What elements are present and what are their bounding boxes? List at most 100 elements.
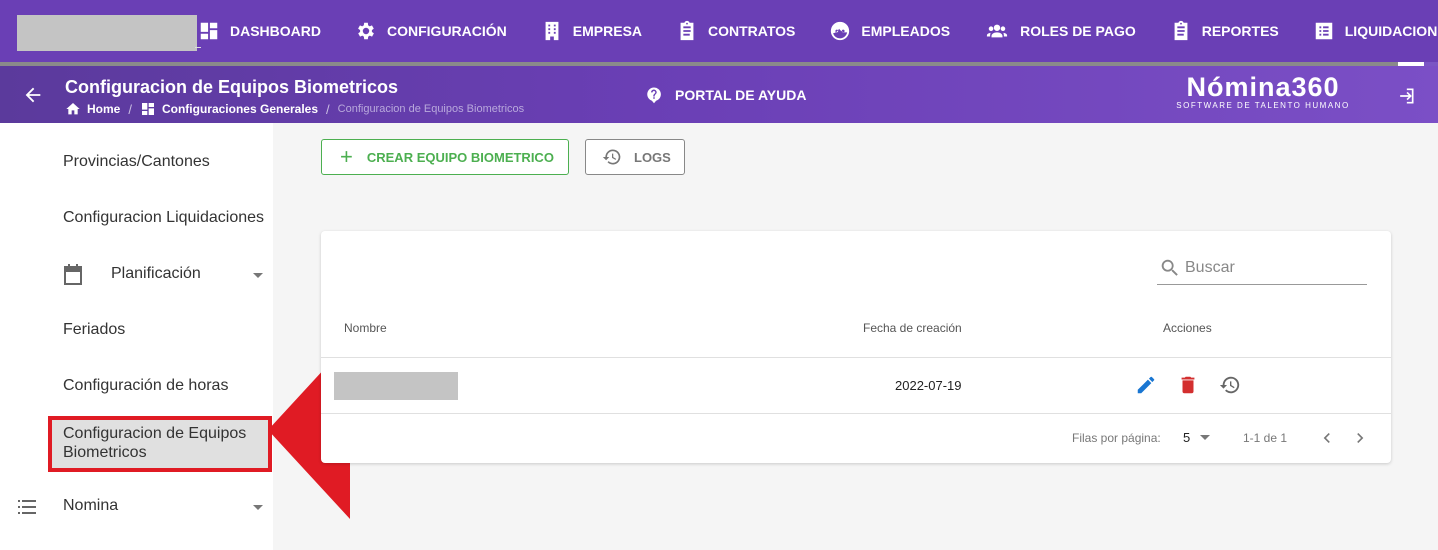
- logout-icon: [1400, 88, 1414, 104]
- logout-button[interactable]: [1396, 86, 1416, 106]
- breadcrumb-home[interactable]: Home: [65, 101, 120, 117]
- help-portal-label: PORTAL DE AYUDA: [675, 87, 807, 103]
- building-icon: [545, 21, 559, 41]
- nav-item-label: CONFIGURACIÓN: [387, 23, 507, 39]
- delete-button[interactable]: [1177, 374, 1199, 396]
- help-circle-icon: [647, 87, 661, 104]
- column-header-acciones: Acciones: [1163, 321, 1212, 335]
- search-input[interactable]: [1185, 255, 1365, 281]
- nav-item-reportes[interactable]: REPORTES: [1170, 0, 1297, 62]
- users-icon: [986, 24, 1008, 38]
- chevron-down-icon: [253, 505, 263, 510]
- creation-date-cell: 2022-07-19: [895, 378, 962, 393]
- nav-item-label: LIQUIDACIONES: [1344, 23, 1438, 39]
- nav-item-configuracion[interactable]: CONFIGURACIÓN: [355, 0, 525, 62]
- sidebar-item-label: Feriados: [63, 321, 126, 338]
- sidebar-item-label: Configuracion Liquidaciones: [63, 209, 265, 226]
- breadcrumb-current: Configuracion de Equipos Biometricos: [337, 103, 525, 115]
- list-box-icon: [1315, 22, 1332, 40]
- nav-item-liquidaciones[interactable]: LIQUIDACIONES: [1313, 0, 1438, 62]
- sidebar-item-configuracion-equipos-biometricos[interactable]: Configuracion de Equipos Biometricos: [48, 416, 272, 472]
- breadcrumb-separator: /: [128, 101, 132, 117]
- next-page-button[interactable]: [1350, 428, 1370, 448]
- brand-name: Nómina360: [1186, 72, 1340, 102]
- nav-item-label: ROLES DE PAGO: [1020, 23, 1136, 39]
- home-icon: [66, 103, 80, 115]
- brand-tagline: SOFTWARE DE TALENTO HUMANO: [1176, 101, 1350, 110]
- calendar-icon: [64, 264, 82, 285]
- breadcrumb-configuraciones-generales[interactable]: Configuraciones Generales: [140, 101, 318, 117]
- nav-item-dashboard[interactable]: DASHBOARD: [198, 0, 339, 62]
- pencil-icon: [1137, 376, 1155, 394]
- arrow-left-icon: [25, 87, 41, 103]
- chevron-down-icon: [253, 273, 263, 278]
- create-button-label: CREAR EQUIPO BIOMETRICO: [366, 149, 554, 165]
- rows-per-page-label: Filas por página:: [1072, 431, 1161, 445]
- nav-item-label: REPORTES: [1201, 23, 1279, 39]
- edit-button[interactable]: [1135, 374, 1157, 396]
- trash-icon: [1181, 376, 1195, 394]
- search-icon: [1161, 259, 1178, 276]
- company-logo-placeholder: [17, 15, 197, 51]
- sidebar-item-label: Nomina: [63, 497, 119, 514]
- help-portal-link[interactable]: PORTAL DE AYUDA: [645, 86, 806, 104]
- top-navigation-bar: DASHBOARD CONFIGURACIÓN EMPRESA CONTRATO…: [0, 0, 1438, 66]
- nav-item-empresa[interactable]: EMPRESA: [541, 0, 660, 62]
- sidebar-item-configuracion-liquidaciones[interactable]: Configuracion Liquidaciones: [0, 199, 273, 239]
- breadcrumb-separator: /: [326, 101, 330, 117]
- chevron-down-icon: [1200, 435, 1211, 440]
- nav-item-label: CONTRATOS: [708, 23, 796, 39]
- list-icon: [18, 500, 36, 514]
- pagination-range: 1-1 de 1: [1243, 431, 1288, 445]
- sidebar-item-planificacion[interactable]: Planificación: [0, 255, 273, 295]
- breadcrumb: Home / Configuraciones Generales / Confi…: [65, 101, 524, 117]
- sidebar-item-feriados[interactable]: Feriados: [0, 311, 273, 351]
- nav-item-empleados[interactable]: EMPLEADOS: [829, 0, 968, 62]
- sidebar-item-label: Provincias/Cantones: [63, 153, 210, 170]
- column-header-fecha-creacion[interactable]: Fecha de creación: [863, 321, 962, 335]
- history-button[interactable]: [1219, 374, 1241, 396]
- page-header: Configuracion de Equipos Biometricos Hom…: [0, 66, 1438, 123]
- row-divider: [321, 413, 1391, 414]
- gear-icon: [358, 22, 374, 40]
- search-field[interactable]: [1157, 253, 1367, 285]
- chevron-left-icon: [1323, 433, 1330, 443]
- nav-items: DASHBOARD CONFIGURACIÓN EMPRESA CONTRATO…: [198, 0, 1438, 62]
- rows-per-page-value: 5: [1183, 430, 1191, 445]
- page-title: Configuracion de Equipos Biometricos: [65, 77, 399, 97]
- brand-logo: Nómina360 SOFTWARE DE TALENTO HUMANO: [1172, 73, 1354, 111]
- biometric-devices-table-card: Nombre Fecha de creación Acciones 2022-0…: [321, 231, 1391, 463]
- dashboard-icon: [141, 103, 154, 115]
- clipboard-icon: [1174, 20, 1188, 41]
- face-icon: [831, 21, 850, 41]
- dashboard-icon: [200, 22, 218, 40]
- header-divider: [321, 357, 1391, 358]
- sidebar-item-configuracion-horas[interactable]: Configuración de horas: [0, 367, 273, 407]
- nav-item-label: EMPLEADOS: [861, 23, 951, 39]
- previous-page-button[interactable]: [1317, 428, 1337, 448]
- history-icon: [1219, 376, 1240, 394]
- sidebar-item-provincias-cantones[interactable]: Provincias/Cantones: [0, 143, 273, 183]
- clipboard-icon: [680, 20, 694, 41]
- breadcrumb-section-label: Configuraciones Generales: [161, 102, 319, 116]
- nav-item-label: DASHBOARD: [230, 23, 321, 39]
- create-biometric-device-button[interactable]: + CREAR EQUIPO BIOMETRICO: [321, 139, 569, 175]
- history-icon: [602, 149, 621, 165]
- plus-icon: +: [340, 144, 353, 169]
- column-header-nombre[interactable]: Nombre: [344, 321, 387, 335]
- sidebar: Provincias/Cantones Configuracion Liquid…: [0, 123, 273, 550]
- sidebar-item-label: Configuración de horas: [63, 377, 229, 394]
- breadcrumb-home-label: Home: [87, 102, 121, 116]
- sidebar-item-label: Configuracion de Equipos Biometricos: [63, 425, 247, 461]
- sidebar-item-label: Planificación: [111, 265, 201, 282]
- device-name-placeholder: [334, 372, 458, 400]
- nav-item-roles-de-pago[interactable]: ROLES DE PAGO: [984, 0, 1154, 62]
- sidebar-item-nomina[interactable]: Nomina: [0, 487, 273, 527]
- logs-button-label: LOGS: [634, 149, 671, 165]
- chevron-right-icon: [1357, 433, 1364, 443]
- back-button[interactable]: [22, 84, 44, 106]
- logs-button[interactable]: LOGS: [585, 139, 685, 175]
- nav-item-label: EMPRESA: [572, 23, 643, 39]
- rows-per-page-select[interactable]: 5: [1183, 430, 1211, 445]
- nav-item-contratos[interactable]: CONTRATOS: [676, 0, 813, 62]
